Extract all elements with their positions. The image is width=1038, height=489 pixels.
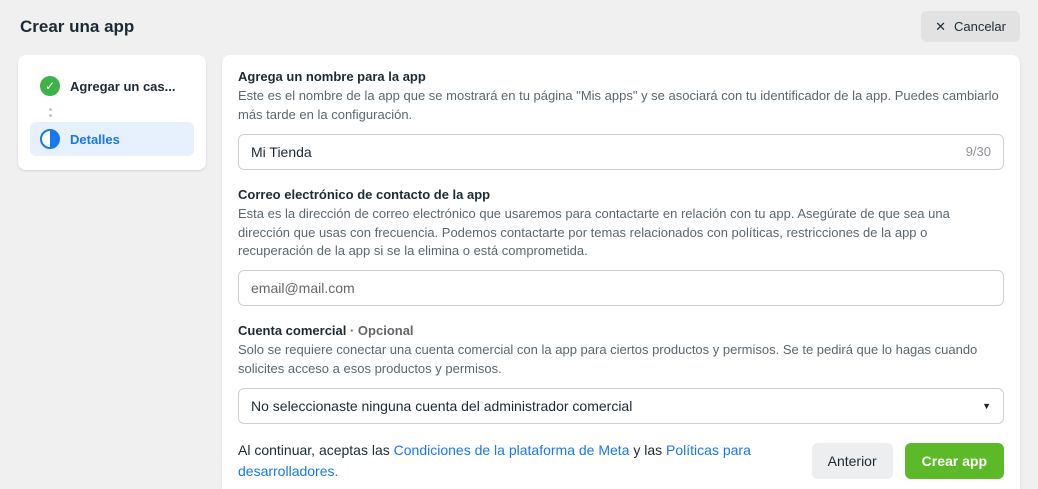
contact-email-input-wrapper — [238, 270, 1004, 306]
app-name-input-wrapper: 9/30 — [238, 134, 1004, 170]
business-account-title: Cuenta comercial · Opcional — [238, 323, 1004, 338]
app-name-section: Agrega un nombre para la app Este es el … — [238, 69, 1004, 170]
create-app-button[interactable]: Crear app — [905, 443, 1004, 479]
optional-label: · Opcional — [346, 323, 413, 338]
business-account-description: Solo se requiere conectar una cuenta com… — [238, 341, 1004, 379]
app-name-input[interactable] — [251, 144, 956, 160]
terms-text: Al continuar, aceptas las Condiciones de… — [238, 440, 783, 482]
cancel-button-label: Cancelar — [954, 19, 1006, 34]
sidebar-item-details[interactable]: Detalles — [30, 122, 194, 156]
page-title: Crear una app — [20, 17, 134, 37]
terms-link-platform[interactable]: Condiciones de la plataforma de Meta — [394, 442, 630, 458]
contact-email-section: Correo electrónico de contacto de la app… — [238, 187, 1004, 307]
progress-half-circle-icon — [40, 129, 60, 149]
step-connector — [30, 103, 194, 122]
business-account-select[interactable]: No seleccionaste ninguna cuenta del admi… — [238, 388, 1004, 424]
check-circle-icon: ✓ — [40, 76, 60, 96]
back-button[interactable]: Anterior — [812, 443, 893, 479]
steps-sidebar: ✓ Agregar un cas... Detalles — [18, 55, 206, 170]
sidebar-item-label: Detalles — [70, 132, 120, 147]
chevron-down-icon: ▼ — [982, 401, 991, 411]
app-name-title: Agrega un nombre para la app — [238, 69, 1004, 84]
business-account-section: Cuenta comercial · Opcional Solo se requ… — [238, 323, 1004, 424]
sidebar-item-label: Agregar un cas... — [70, 79, 175, 94]
contact-email-input[interactable] — [251, 280, 991, 296]
char-counter: 9/30 — [966, 144, 991, 159]
sidebar-item-use-case[interactable]: ✓ Agregar un cas... — [30, 69, 194, 103]
app-name-description: Este es el nombre de la app que se mostr… — [238, 87, 1004, 125]
contact-email-title: Correo electrónico de contacto de la app — [238, 187, 1004, 202]
details-form-card: Agrega un nombre para la app Este es el … — [222, 55, 1020, 489]
cancel-button[interactable]: ✕ Cancelar — [921, 11, 1020, 42]
dialog-body: ✓ Agregar un cas... Detalles Agrega un n… — [0, 55, 1038, 489]
footer-buttons: Anterior Crear app — [812, 443, 1004, 479]
business-account-selected-value: No seleccionaste ninguna cuenta del admi… — [251, 398, 632, 414]
form-footer: Al continuar, aceptas las Condiciones de… — [238, 440, 1004, 482]
close-icon: ✕ — [935, 20, 946, 33]
dialog-header: Crear una app ✕ Cancelar — [0, 0, 1038, 55]
contact-email-description: Esta es la dirección de correo electróni… — [238, 205, 1004, 262]
